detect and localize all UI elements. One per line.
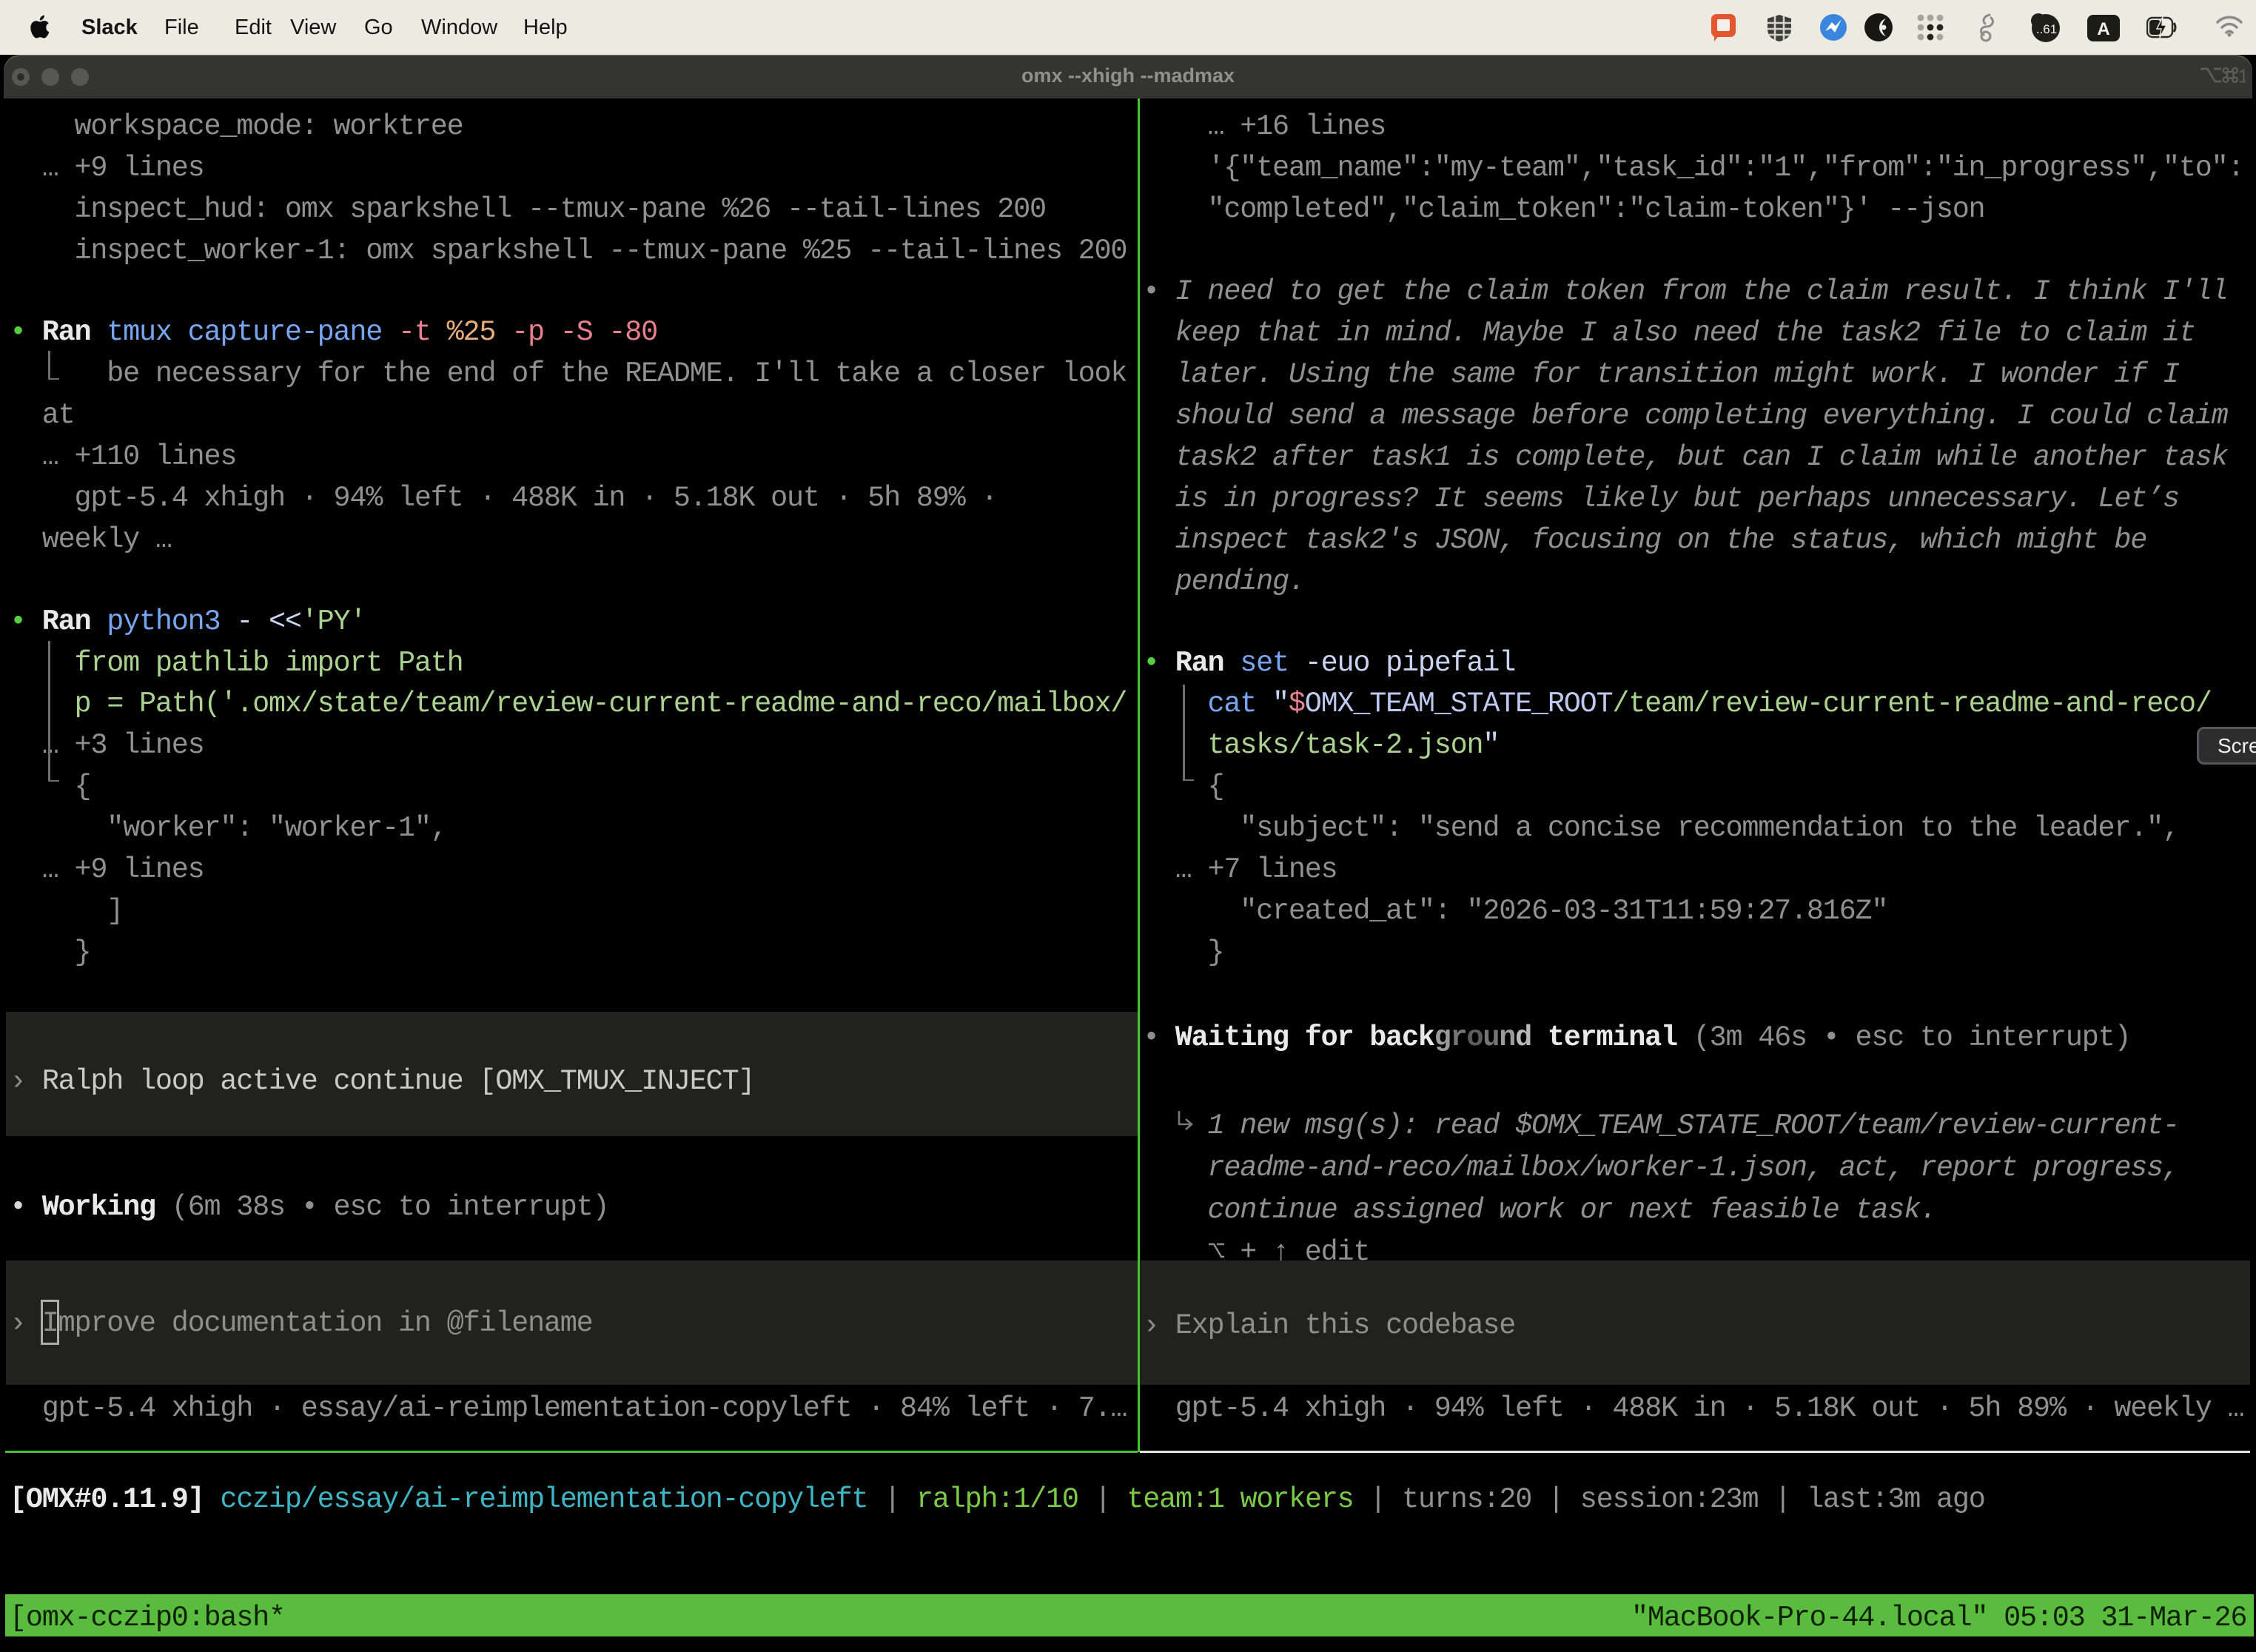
svg-text:1: 1 <box>2238 67 2246 87</box>
svg-text:..61: ..61 <box>2036 22 2057 36</box>
svg-text:A: A <box>2097 19 2109 39</box>
